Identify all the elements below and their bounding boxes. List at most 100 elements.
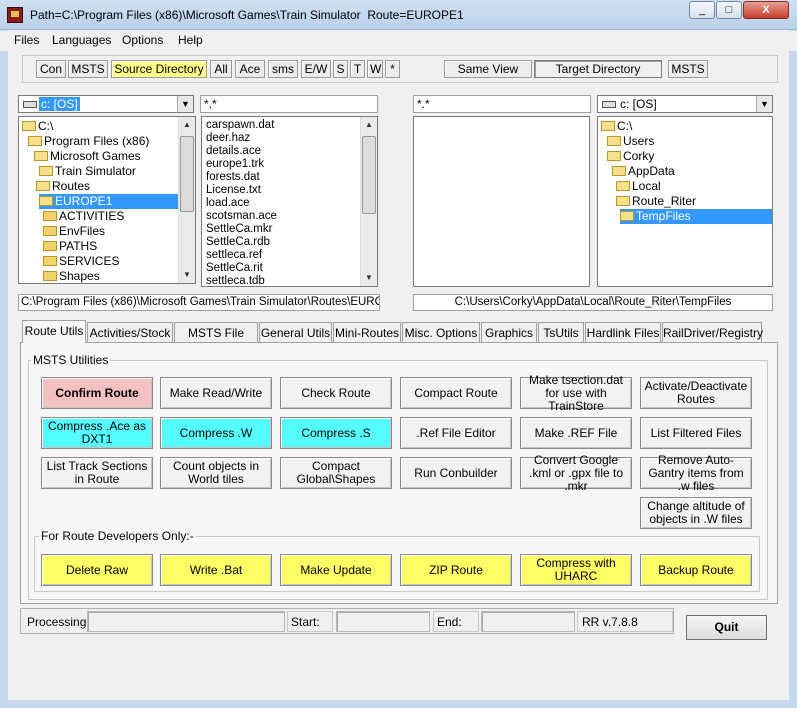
tab-activities-stock[interactable]: Activities/Stock	[87, 322, 173, 343]
dir-item[interactable]: Shapes	[43, 269, 100, 283]
minimize-button[interactable]: _	[689, 1, 715, 19]
compress-ace-button[interactable]: Compress .Ace as DXT1	[41, 417, 153, 449]
same-view-button[interactable]: Same View	[444, 60, 532, 78]
dir-item[interactable]: Train Simulator	[39, 164, 136, 179]
compress-s-button[interactable]: Compress .S	[280, 417, 392, 449]
ace-filter-button[interactable]: Ace	[235, 60, 265, 78]
confirm-route-button[interactable]: Confirm Route	[41, 377, 153, 409]
title-bar[interactable]: Path=C:\Program Files (x86)\Microsoft Ga…	[0, 0, 797, 30]
scroll-down-icon[interactable]: ▼	[361, 270, 377, 286]
dir-item[interactable]: ACTIVITIES	[43, 209, 124, 224]
left-drive-select[interactable]: c: [OS] ▼	[18, 95, 194, 113]
activate-deactivate-routes-button[interactable]: Activate/Deactivate Routes	[640, 377, 752, 409]
all-filter-button[interactable]: All	[210, 60, 232, 78]
make-read-write-button[interactable]: Make Read/Write	[160, 377, 272, 409]
file-item[interactable]: europe1.trk	[206, 158, 264, 171]
tab-mini-routes[interactable]: Mini-Routes	[333, 322, 401, 343]
dir-item[interactable]: AppData	[612, 164, 675, 179]
ew-filter-button[interactable]: E/W	[301, 60, 331, 78]
remove-auto-gantry-button[interactable]: Remove Auto-Gantry items from .w files	[640, 453, 752, 492]
zip-route-button[interactable]: ZIP Route	[400, 554, 512, 586]
dir-item[interactable]: EnvFiles	[43, 224, 105, 239]
scroll-down-icon[interactable]: ▼	[179, 267, 195, 283]
convert-google-kml-button[interactable]: Convert Google .kml or .gpx file to .mkr	[520, 453, 632, 492]
delete-raw-button[interactable]: Delete Raw	[41, 554, 153, 586]
dir-item[interactable]: Route_Riter	[616, 194, 696, 209]
file-item[interactable]: settleca.ref	[206, 249, 262, 262]
chevron-down-icon[interactable]: ▼	[177, 96, 193, 112]
menu-files[interactable]: Files	[14, 33, 39, 47]
maximize-button[interactable]: □	[716, 1, 742, 19]
tab-misc-options[interactable]: Misc. Options	[402, 322, 480, 343]
file-item[interactable]: forests.dat	[206, 171, 260, 184]
compress-uharc-button[interactable]: Compress with UHARC	[520, 554, 632, 586]
s-filter-button[interactable]: S	[333, 60, 348, 78]
source-directory-button[interactable]: Source Directory	[111, 60, 207, 78]
tab-raildriver-registry[interactable]: RailDriver/Registry	[662, 322, 763, 343]
menu-help[interactable]: Help	[178, 33, 203, 47]
con-button[interactable]: Con	[36, 60, 66, 78]
sms-filter-button[interactable]: sms	[268, 60, 298, 78]
tab-msts-file-utils[interactable]: MSTS File Utils	[174, 322, 258, 360]
compact-route-button[interactable]: Compact Route	[400, 377, 512, 409]
tab-hardlink-files[interactable]: Hardlink Files	[585, 322, 661, 343]
make-update-button[interactable]: Make Update	[280, 554, 392, 586]
left-filter-input[interactable]: *.*	[200, 95, 378, 113]
dir-item-selected[interactable]: EUROPE1	[39, 194, 178, 209]
asterisk-filter-button[interactable]: *	[385, 60, 400, 78]
dir-item[interactable]: Routes	[36, 179, 90, 194]
dir-item[interactable]: Corky	[607, 149, 654, 164]
msts-button-right[interactable]: MSTS	[668, 60, 708, 78]
target-directory-button[interactable]: Target Directory	[534, 60, 662, 78]
tab-route-utils[interactable]: Route Utils	[22, 320, 86, 343]
left-file-scrollbar[interactable]: ▲ ▼	[360, 117, 377, 286]
quit-button[interactable]: Quit	[686, 615, 767, 640]
right-filter-input[interactable]: *.*	[413, 95, 591, 113]
right-file-list[interactable]	[413, 116, 590, 287]
compact-global-shapes-button[interactable]: Compact Global\Shapes	[280, 457, 392, 489]
scroll-up-icon[interactable]: ▲	[361, 117, 377, 133]
file-item[interactable]: SettleCa.mkr	[206, 223, 272, 236]
file-item[interactable]: details.ace	[206, 145, 261, 158]
scroll-thumb[interactable]	[362, 136, 376, 214]
file-item[interactable]: SettleCa.rit	[206, 262, 263, 275]
dir-item-selected[interactable]: TempFiles	[620, 209, 772, 224]
scroll-thumb[interactable]	[180, 136, 194, 212]
run-conbuilder-button[interactable]: Run Conbuilder	[400, 457, 512, 489]
tab-tsutils[interactable]: TsUtils	[538, 322, 584, 343]
menu-languages[interactable]: Languages	[52, 33, 111, 47]
file-item[interactable]: carspawn.dat	[206, 119, 274, 132]
file-item[interactable]: License.txt	[206, 184, 261, 197]
file-item[interactable]: settleca.tdb	[206, 275, 265, 286]
ref-file-editor-button[interactable]: .Ref File Editor	[400, 417, 512, 449]
chevron-down-icon[interactable]: ▼	[756, 96, 772, 112]
write-bat-button[interactable]: Write .Bat	[160, 554, 272, 586]
t-filter-button[interactable]: T	[350, 60, 365, 78]
tab-general-utils[interactable]: General Utils	[259, 322, 332, 343]
file-item[interactable]: SettleCa.rdb	[206, 236, 270, 249]
menu-options[interactable]: Options	[122, 33, 163, 47]
left-directory-list[interactable]: C:\ Program Files (x86) Microsoft Games …	[18, 116, 196, 284]
file-item[interactable]: scotsman.ace	[206, 210, 277, 223]
dir-item[interactable]: Program Files (x86)	[28, 134, 149, 149]
w-filter-button[interactable]: W	[367, 60, 383, 78]
list-track-sections-button[interactable]: List Track Sections in Route	[41, 457, 153, 489]
msts-button-left[interactable]: MSTS	[68, 60, 108, 78]
backup-route-button[interactable]: Backup Route	[640, 554, 752, 586]
compress-w-button[interactable]: Compress .W	[160, 417, 272, 449]
dir-item[interactable]: Microsoft Games	[34, 149, 141, 164]
file-item[interactable]: deer.haz	[206, 132, 250, 145]
dir-item[interactable]: C:\	[22, 119, 53, 134]
dir-item[interactable]: C:\	[601, 119, 632, 134]
make-tsection-button[interactable]: Make tsection.dat for use with TrainStor…	[520, 373, 632, 412]
right-drive-select[interactable]: c: [OS] ▼	[597, 95, 773, 113]
dir-item[interactable]: SERVICES	[43, 254, 119, 269]
tab-graphics[interactable]: Graphics	[481, 322, 537, 343]
close-button[interactable]: X	[743, 1, 789, 19]
right-directory-list[interactable]: C:\ Users Corky AppData Local Route_Rite…	[597, 116, 773, 287]
left-dir-scrollbar[interactable]: ▲ ▼	[178, 117, 195, 283]
dir-item[interactable]: PATHS	[43, 239, 97, 254]
scroll-up-icon[interactable]: ▲	[179, 117, 195, 133]
change-altitude-button[interactable]: Change altitude of objects in .W files	[640, 497, 752, 529]
file-item[interactable]: load.ace	[206, 197, 249, 210]
